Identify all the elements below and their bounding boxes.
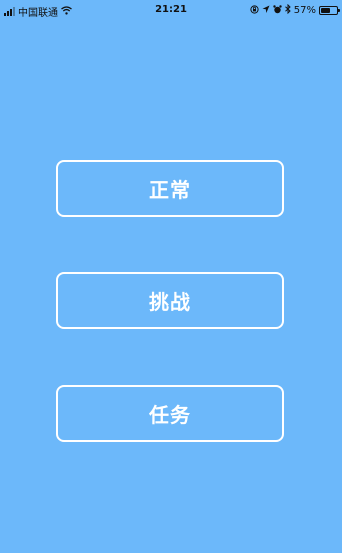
task-mode-label: 任务	[149, 403, 191, 427]
battery-icon	[319, 6, 340, 15]
status-bar-right: 57%	[250, 3, 340, 17]
task-mode-button[interactable]: 任务	[56, 385, 284, 442]
normal-mode-label: 正常	[149, 178, 191, 202]
battery-level-fill	[321, 8, 330, 13]
bluetooth-icon	[284, 3, 291, 17]
challenge-mode-label: 挑战	[149, 290, 191, 314]
challenge-mode-button[interactable]: 挑战	[56, 272, 284, 329]
location-icon	[262, 5, 270, 17]
battery-percent: 57%	[293, 5, 316, 16]
normal-mode-button[interactable]: 正常	[56, 160, 284, 217]
status-bar: 中国联通 21:21 57%	[0, 0, 342, 20]
lock-rotation-icon	[250, 4, 259, 17]
alarm-icon	[273, 4, 282, 17]
